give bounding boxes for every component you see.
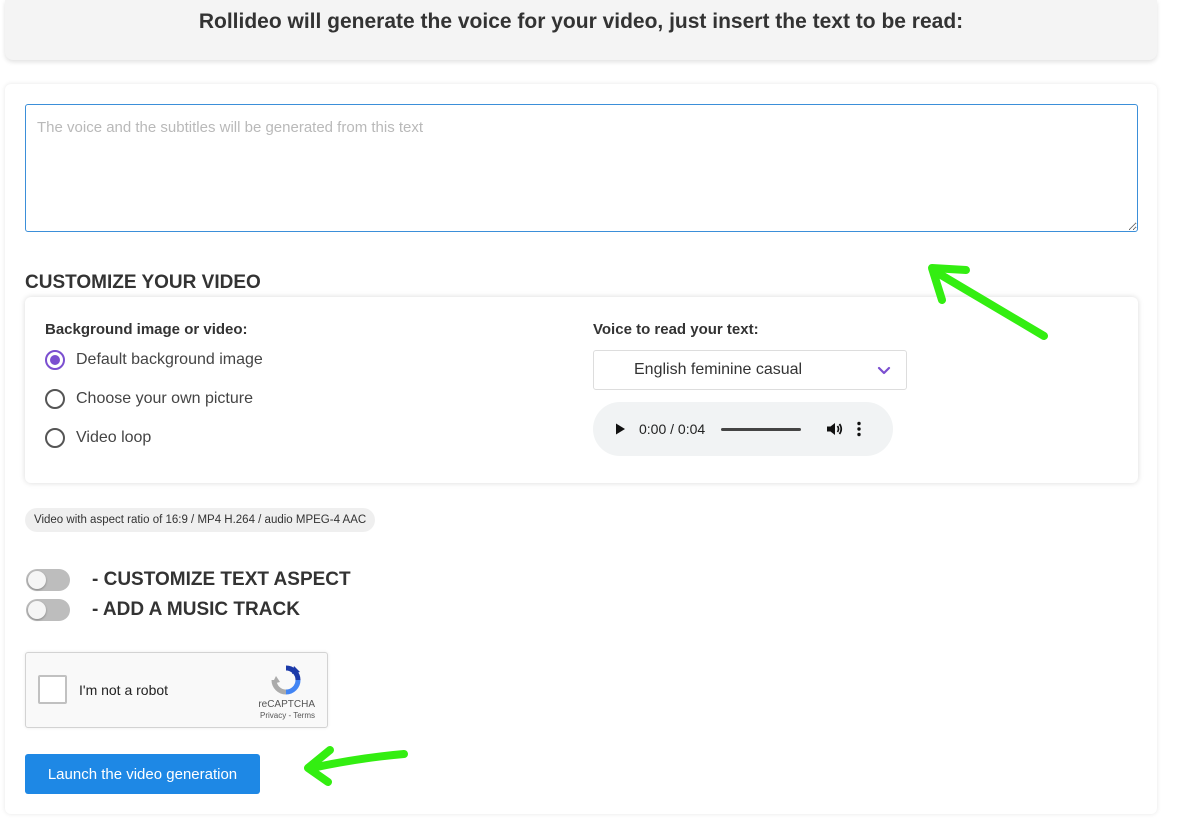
toggle-label: - CUSTOMIZE TEXT ASPECT [92,569,351,590]
audio-progress-slider[interactable] [721,427,802,431]
launch-video-generation-button[interactable]: Launch the video generation [25,754,260,794]
voice-options-group: Voice to read your text: English feminin… [593,321,907,456]
play-icon[interactable] [613,422,627,436]
radio-label: Default background image [76,350,263,368]
script-text-input[interactable] [25,104,1138,232]
voice-audio-player: 0:00 / 0:04 [593,402,893,456]
format-info-badge: Video with aspect ratio of 16:9 / MP4 H.… [25,508,376,532]
customize-text-aspect-toggle[interactable] [26,569,70,591]
header-bar: Rollideo will generate the voice for you… [5,0,1157,60]
recaptcha-links-separator: - [288,711,292,720]
audio-time: 0:00 / 0:04 [639,421,706,437]
voice-selected-value: English feminine casual [634,361,803,378]
radio-video-loop[interactable]: Video loop [45,418,263,457]
recaptcha-logo-icon [271,665,301,695]
background-options-group: Background image or video: Default backg… [45,321,263,457]
main-form-card: CUSTOMIZE YOUR VIDEO Background image or… [5,84,1157,814]
radio-default-background[interactable]: Default background image [45,340,263,379]
radio-label: Choose your own picture [76,389,253,407]
customize-section-title: CUSTOMIZE YOUR VIDEO [25,272,261,293]
customize-panel: Background image or video: Default backg… [25,297,1138,483]
recaptcha-checkbox[interactable] [38,675,67,704]
radio-label: Video loop [76,428,152,446]
recaptcha-privacy-link[interactable]: Privacy [260,711,286,720]
volume-icon[interactable] [825,420,843,438]
radio-own-picture[interactable]: Choose your own picture [45,379,263,418]
page-title: Rollideo will generate the voice for you… [198,10,964,33]
recaptcha-terms-link[interactable]: Terms [293,711,315,720]
chevron-down-icon [877,366,891,375]
toggle-label: - ADD A MUSIC TRACK [92,599,300,620]
radio-button-icon[interactable] [45,388,65,409]
recaptcha-brand: reCAPTCHA [258,699,315,710]
recaptcha-label: I'm not a robot [79,682,169,698]
toggle-row-text-aspect: - CUSTOMIZE TEXT ASPECT [26,569,351,591]
radio-button-icon[interactable] [45,349,65,370]
recaptcha-widget: I'm not a robot reCAPTCHA Privacy - Term… [25,652,328,728]
background-options-label: Background image or video: [45,321,248,338]
add-music-track-toggle[interactable] [26,599,70,621]
voice-label: Voice to read your text: [593,321,759,338]
more-options-icon[interactable] [855,420,863,438]
radio-button-icon[interactable] [45,427,65,448]
recaptcha-links: Privacy - Terms [260,711,315,720]
toggle-row-music-track: - ADD A MUSIC TRACK [26,599,300,621]
voice-select-dropdown[interactable]: English feminine casual [593,350,907,390]
